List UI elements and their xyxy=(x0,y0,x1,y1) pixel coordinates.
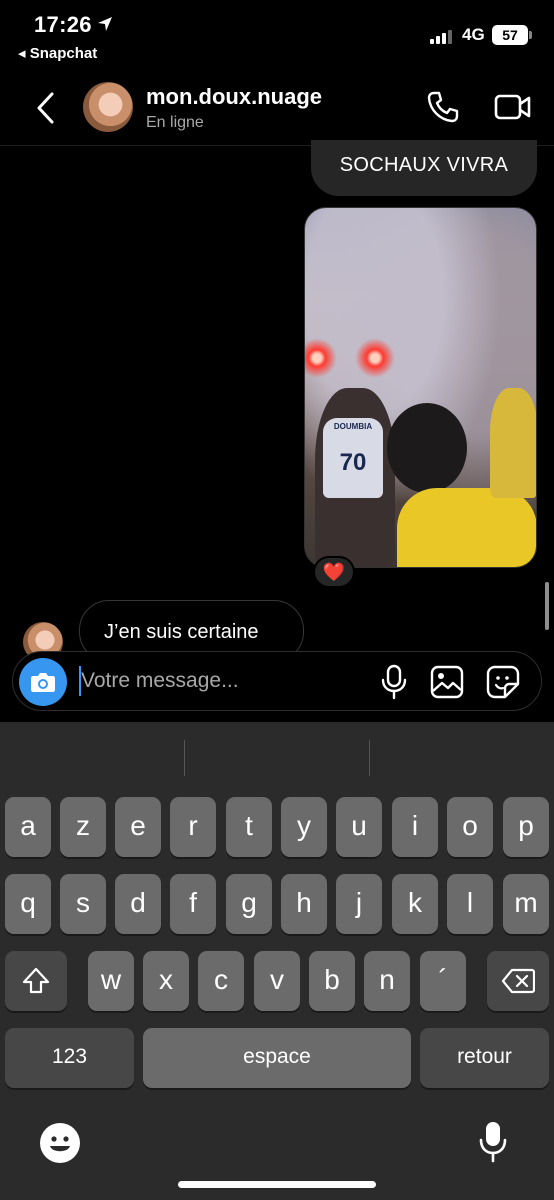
scrollbar[interactable] xyxy=(545,582,549,630)
key-l[interactable]: l xyxy=(447,874,493,934)
photo-message[interactable]: 70 DOUMBIA xyxy=(304,207,537,568)
location-arrow-icon xyxy=(98,17,112,31)
key-i[interactable]: i xyxy=(392,797,438,857)
fan-figure xyxy=(490,388,536,498)
key-t[interactable]: t xyxy=(226,797,272,857)
emoji-face-icon xyxy=(50,1136,70,1152)
backspace-key[interactable] xyxy=(487,951,549,1011)
shift-arrow-icon xyxy=(22,967,50,994)
backspace-icon xyxy=(501,968,536,994)
key-f[interactable]: f xyxy=(170,874,216,934)
key-z[interactable]: z xyxy=(60,797,106,857)
keyboard: a z e r t y u i o p q s d f g h j k l m … xyxy=(0,722,554,1200)
key-s[interactable]: s xyxy=(60,874,106,934)
key-w[interactable]: w xyxy=(88,951,134,1011)
fan-head xyxy=(387,403,467,493)
key-x[interactable]: x xyxy=(143,951,189,1011)
dictation-microphone-icon[interactable] xyxy=(478,1120,508,1164)
outgoing-message-bubble[interactable]: SOCHAUX VIVRA xyxy=(311,140,537,196)
key-r[interactable]: r xyxy=(170,797,216,857)
key-u[interactable]: u xyxy=(336,797,382,857)
key-o[interactable]: o xyxy=(447,797,493,857)
presence-status: En ligne xyxy=(146,114,204,131)
network-type: 4G xyxy=(462,25,485,44)
key-q[interactable]: q xyxy=(5,874,51,934)
key-v[interactable]: v xyxy=(254,951,300,1011)
back-chevron-icon[interactable] xyxy=(30,88,62,128)
return-key[interactable]: retour xyxy=(420,1028,549,1088)
status-bar: 17:26 ◂ Snapchat 4G 57 xyxy=(0,0,554,70)
emoji-keyboard-button[interactable] xyxy=(40,1123,80,1163)
chat-header: mon.doux.nuage En ligne xyxy=(0,70,554,146)
heart-reaction-badge[interactable]: ❤️ xyxy=(313,556,355,588)
fan-shirt xyxy=(397,488,536,567)
key-d[interactable]: d xyxy=(115,874,161,934)
battery-indicator: 57 xyxy=(492,25,532,45)
video-call-icon[interactable] xyxy=(494,92,532,122)
numbers-key[interactable]: 123 xyxy=(5,1028,134,1088)
microphone-icon[interactable] xyxy=(379,664,409,700)
shift-key[interactable] xyxy=(5,951,67,1011)
camera-button[interactable] xyxy=(19,658,67,706)
key-acute-accent[interactable]: ´ xyxy=(420,951,466,1011)
key-b[interactable]: b xyxy=(309,951,355,1011)
cellular-signal-icon xyxy=(430,28,456,44)
suggestion-bar xyxy=(0,722,554,792)
key-h[interactable]: h xyxy=(281,874,327,934)
key-g[interactable]: g xyxy=(226,874,272,934)
back-to-app-link[interactable]: ◂ Snapchat xyxy=(18,44,97,62)
phone-call-icon[interactable] xyxy=(426,90,460,124)
key-n[interactable]: n xyxy=(364,951,410,1011)
key-c[interactable]: c xyxy=(198,951,244,1011)
key-j[interactable]: j xyxy=(336,874,382,934)
space-key[interactable]: espace xyxy=(143,1028,411,1088)
message-composer xyxy=(12,651,542,711)
key-a[interactable]: a xyxy=(5,797,51,857)
jersey-name: DOUMBIA xyxy=(333,422,373,431)
key-m[interactable]: m xyxy=(503,874,549,934)
key-k[interactable]: k xyxy=(392,874,438,934)
gallery-icon[interactable] xyxy=(429,664,465,700)
contact-avatar[interactable] xyxy=(83,82,133,132)
key-p[interactable]: p xyxy=(503,797,549,857)
suggestion-divider xyxy=(369,740,370,776)
contact-username[interactable]: mon.doux.nuage xyxy=(146,84,322,110)
key-e[interactable]: e xyxy=(115,797,161,857)
home-indicator[interactable] xyxy=(178,1181,376,1188)
flare-light xyxy=(355,338,395,378)
key-y[interactable]: y xyxy=(281,797,327,857)
suggestion-divider xyxy=(184,740,185,776)
sticker-icon[interactable] xyxy=(485,664,521,700)
status-time: 17:26 xyxy=(34,12,92,37)
camera-icon xyxy=(31,673,55,692)
flare-light xyxy=(305,338,337,378)
message-input[interactable] xyxy=(81,662,371,700)
